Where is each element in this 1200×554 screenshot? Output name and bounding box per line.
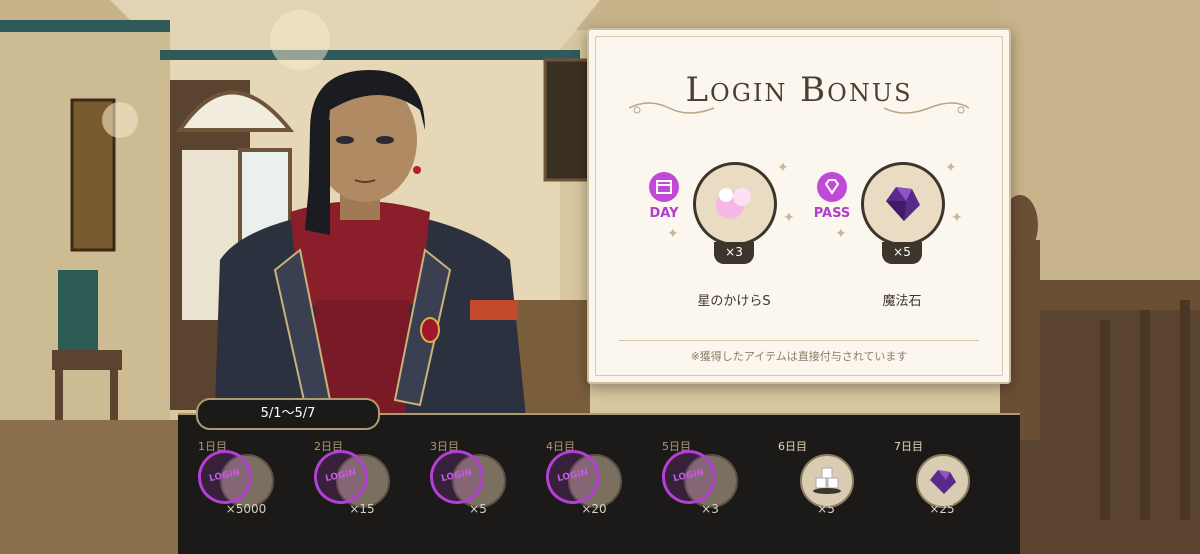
- day-6-slot: 6日目 ×5: [766, 436, 876, 546]
- day-label: 7日目: [894, 440, 923, 453]
- day-5-slot: 5日目 LOGIN ×3: [650, 436, 760, 546]
- reward-item-name: 魔法石: [882, 294, 922, 309]
- reward-type-label: PASS: [813, 206, 851, 221]
- day-quantity: ×5000: [225, 502, 267, 516]
- sugar-cubes-icon: [800, 454, 854, 508]
- game-scene: Login Bonus DAY ×3 ✦ ✦ ✦ 星のかけらS PASS ×5 …: [0, 0, 1200, 554]
- star-shard-icon: [693, 162, 777, 246]
- day-quantity: ×5: [817, 502, 835, 516]
- reward-item-name: 星のかけらS: [697, 294, 771, 309]
- reward-pass: PASS ×5 ✦ ✦ ✦ 魔法石: [814, 156, 987, 336]
- sparkle-icon: ✦: [945, 160, 957, 176]
- day-quantity: ×25: [929, 502, 955, 516]
- date-range-tab: 5/1～5/7: [196, 398, 380, 430]
- day-1-slot: 1日目 LOGIN ×5000: [186, 436, 296, 546]
- day-quantity: ×3: [701, 502, 719, 516]
- sparkle-icon: ✦: [951, 210, 963, 226]
- magic-stone-icon: [916, 454, 970, 508]
- login-bonus-card: Login Bonus DAY ×3 ✦ ✦ ✦ 星のかけらS PASS ×5 …: [587, 28, 1011, 384]
- divider: [619, 340, 979, 341]
- calendar-icon: [649, 172, 679, 202]
- reward-type-label: DAY: [649, 206, 679, 221]
- day-label: 6日目: [778, 440, 807, 453]
- day-quantity: ×20: [581, 502, 607, 516]
- reward-day: DAY ×3 ✦ ✦ ✦ 星のかけらS: [649, 156, 819, 336]
- magic-stone-icon: [861, 162, 945, 246]
- gem-icon: [817, 172, 847, 202]
- left-flourish-ornament: [629, 102, 715, 114]
- reward-quantity: ×3: [714, 242, 754, 264]
- reward-quantity: ×5: [882, 242, 922, 264]
- day-4-slot: 4日目 LOGIN ×20: [534, 436, 644, 546]
- day-7-slot: 7日目 ×25: [882, 436, 992, 546]
- day-quantity: ×5: [469, 502, 487, 516]
- right-flourish-ornament: [883, 102, 969, 114]
- sparkle-icon: ✦: [667, 226, 679, 242]
- sparkle-icon: ✦: [783, 210, 795, 226]
- day-3-slot: 3日目 LOGIN ×5: [418, 436, 528, 546]
- sparkle-icon: ✦: [835, 226, 847, 242]
- day-quantity: ×15: [349, 502, 375, 516]
- acquisition-note: ※獲得したアイテムは直接付与されています: [690, 350, 908, 363]
- day-2-slot: 2日目 LOGIN ×15: [302, 436, 412, 546]
- sparkle-icon: ✦: [777, 160, 789, 176]
